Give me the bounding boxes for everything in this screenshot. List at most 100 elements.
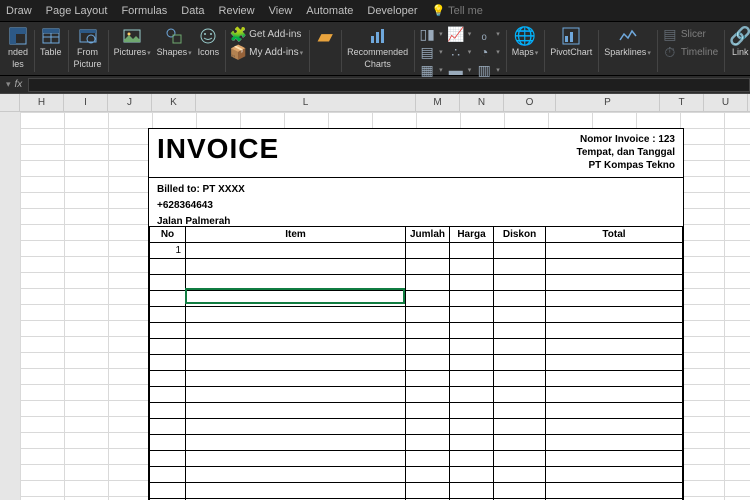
combo-chart-icon: ▥ <box>477 63 491 77</box>
col-p[interactable]: P <box>556 94 660 111</box>
tab-review[interactable]: Review <box>219 5 255 17</box>
recommended-pivottables-button[interactable]: ndedles <box>8 26 28 70</box>
formula-bar: ▾ fx <box>0 76 750 94</box>
store-icon: 🧩 <box>231 27 245 41</box>
col-h[interactable]: H <box>20 94 64 111</box>
from-picture-label2: Picture <box>74 59 102 69</box>
sparklines-button[interactable]: Sparklines▾ <box>604 26 651 58</box>
tab-tell-me[interactable]: 💡 Tell me <box>432 4 483 17</box>
table-button[interactable]: Table <box>40 26 62 58</box>
table-row[interactable] <box>150 387 683 403</box>
tab-automate[interactable]: Automate <box>306 5 353 17</box>
table-row[interactable]: 1 <box>150 243 683 259</box>
column-chart-button[interactable]: ▯▮▾ <box>420 26 443 42</box>
tab-developer[interactable]: Developer <box>367 5 417 17</box>
addins-icon: 📦 <box>231 45 245 59</box>
pivotchart-icon <box>561 26 581 46</box>
table-row[interactable] <box>150 467 683 483</box>
billed-to: Billed to: PT XXXX <box>157 182 675 198</box>
col-n[interactable]: N <box>460 94 504 111</box>
table-row[interactable] <box>150 275 683 291</box>
timeline-button[interactable]: ⏱ Timeline <box>663 44 718 60</box>
from-picture-icon <box>78 26 98 46</box>
invoice-company: PT Kompas Tekno <box>576 159 675 172</box>
col-m[interactable]: M <box>416 94 460 111</box>
pivottable-icon <box>8 26 28 46</box>
spreadsheet[interactable]: H I J K L M N O P T U INVOICE Nomor Invo… <box>0 94 750 500</box>
slicer-icon: ▤ <box>663 27 677 41</box>
bing-maps-button[interactable]: ▰ <box>315 26 335 46</box>
fx-icon[interactable]: fx <box>15 79 23 90</box>
table-row[interactable] <box>150 339 683 355</box>
th-jumlah: Jumlah <box>406 227 450 243</box>
table-row[interactable] <box>150 259 683 275</box>
rec-charts-l2: Charts <box>364 59 391 69</box>
get-addins-button[interactable]: 🧩 Get Add-ins <box>231 26 301 42</box>
recommended-charts-button[interactable]: Recommended Charts <box>347 26 408 70</box>
col-t[interactable]: T <box>660 94 704 111</box>
tab-data[interactable]: Data <box>181 5 204 17</box>
col-u[interactable]: U <box>704 94 748 111</box>
my-addins-button[interactable]: 📦 My Add-ins▾ <box>231 44 303 60</box>
th-harga: Harga <box>450 227 494 243</box>
slicer-button[interactable]: ▤ Slicer <box>663 26 706 42</box>
link-icon: 🔗 <box>730 26 750 46</box>
bing-icon: ▰ <box>315 26 335 46</box>
col-j[interactable]: J <box>108 94 152 111</box>
table-row[interactable] <box>150 323 683 339</box>
waterfall-chart-icon: ▬ <box>449 63 463 77</box>
timeline-icon: ⏱ <box>663 45 677 59</box>
tab-formulas[interactable]: Formulas <box>121 5 167 17</box>
pivotchart-button[interactable]: PivotChart <box>550 26 592 58</box>
shapes-icon <box>164 26 184 46</box>
maps-icon: 🌐 <box>515 26 535 46</box>
waterfall-chart-button[interactable]: ▬▾ <box>449 62 472 78</box>
fx-expand-icon[interactable]: ▾ <box>6 79 11 90</box>
table-row[interactable] <box>150 435 683 451</box>
shapes-button[interactable]: Shapes▾ <box>157 26 192 58</box>
sparklines-icon <box>618 26 638 46</box>
line-chart-button[interactable]: 📈▾ <box>449 26 472 42</box>
col-o[interactable]: O <box>504 94 556 111</box>
invoice-table: No Item Jumlah Harga Diskon Total 1 <box>149 226 683 500</box>
surface-chart-icon: ▦ <box>420 63 434 77</box>
chart-icon <box>368 26 388 46</box>
invoice-number: Nomor Invoice : 123 <box>576 133 675 146</box>
hierarchy-chart-icon: ▤ <box>420 45 434 59</box>
ribbon-tabs: Draw Page Layout Formulas Data Review Vi… <box>0 0 750 22</box>
scatter-chart-button[interactable]: ∴▾ <box>449 44 472 60</box>
table-row[interactable] <box>150 307 683 323</box>
from-picture-button[interactable]: FromPicture <box>74 26 102 70</box>
surface-chart-button[interactable]: ▦▾ <box>420 62 443 78</box>
table-row[interactable] <box>150 291 683 307</box>
invoice-title: INVOICE <box>149 129 287 177</box>
pictures-button[interactable]: Pictures▾ <box>114 26 151 58</box>
table-row[interactable] <box>150 403 683 419</box>
scatter-chart-icon: ∴ <box>449 45 463 59</box>
tab-draw[interactable]: Draw <box>6 5 32 17</box>
table-row[interactable] <box>150 371 683 387</box>
maps-button[interactable]: 🌐 Maps▾ <box>512 26 539 58</box>
col-k[interactable]: K <box>152 94 196 111</box>
billed-phone: +628364643 <box>157 198 675 214</box>
line-chart-icon: 📈 <box>449 27 463 41</box>
col-i[interactable]: I <box>64 94 108 111</box>
hierarchy-chart-button[interactable]: ▤▾ <box>420 44 443 60</box>
column-headers: H I J K L M N O P T U <box>0 94 750 112</box>
table-row[interactable] <box>150 419 683 435</box>
col-l[interactable]: L <box>196 94 416 111</box>
table-row[interactable] <box>150 451 683 467</box>
table-icon <box>41 26 61 46</box>
stat-chart-button[interactable]: ₒ▾ <box>477 26 500 42</box>
icons-icon <box>198 26 218 46</box>
link-button[interactable]: 🔗 Link <box>730 26 750 58</box>
table-row[interactable] <box>150 483 683 499</box>
tab-page-layout[interactable]: Page Layout <box>46 5 108 17</box>
tab-view[interactable]: View <box>269 5 293 17</box>
icons-button[interactable]: Icons <box>198 26 220 58</box>
rec-charts-l1: Recommended <box>347 47 408 57</box>
table-row[interactable] <box>150 355 683 371</box>
formula-input[interactable] <box>28 78 750 92</box>
combo-chart-button[interactable]: ▥▾ <box>477 62 500 78</box>
pie-chart-button[interactable]: ◔▾ <box>477 44 500 60</box>
